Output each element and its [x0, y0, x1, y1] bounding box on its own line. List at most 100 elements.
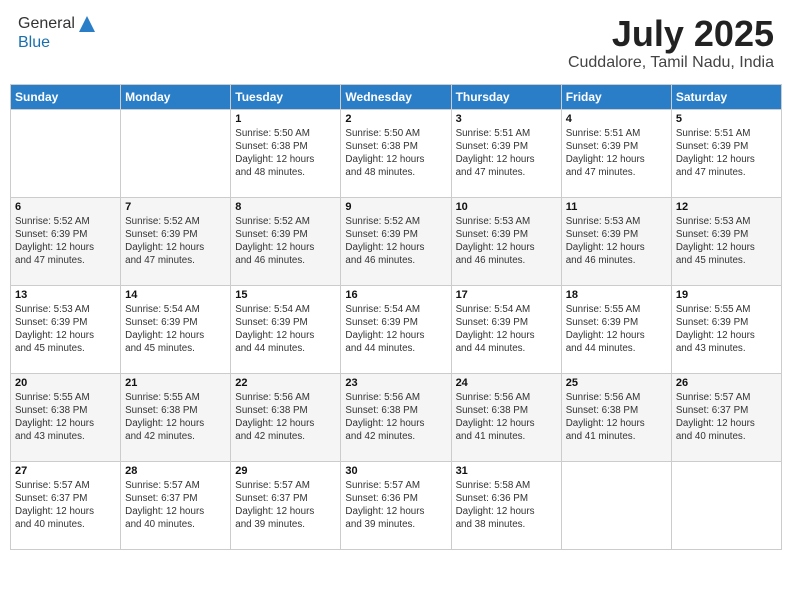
day-number: 19 [676, 289, 777, 301]
day-info: Sunrise: 5:55 AM Sunset: 6:39 PM Dayligh… [566, 303, 667, 356]
day-info: Sunrise: 5:52 AM Sunset: 6:39 PM Dayligh… [345, 215, 446, 268]
calendar-cell: 16 Sunrise: 5:54 AM Sunset: 6:39 PM Dayli… [341, 285, 451, 373]
calendar-week-row: 6 Sunrise: 5:52 AM Sunset: 6:39 PM Daylig… [11, 197, 782, 285]
calendar-cell: 19 Sunrise: 5:55 AM Sunset: 6:39 PM Dayli… [671, 285, 781, 373]
calendar-cell: 10 Sunrise: 5:53 AM Sunset: 6:39 PM Dayli… [451, 197, 561, 285]
calendar-cell: 15Sunrise: 5:54 AM Sunset: 6:39 PM Dayli… [231, 285, 341, 373]
calendar-cell: 20 Sunrise: 5:55 AM Sunset: 6:38 PM Dayli… [11, 373, 121, 461]
day-number: 9 [345, 201, 446, 213]
weekday-header-row: SundayMondayTuesdayWednesdayThursdayFrid… [11, 84, 782, 109]
day-info: Sunrise: 5:54 AM Sunset: 6:39 PM Dayligh… [235, 303, 336, 356]
calendar-cell: 6 Sunrise: 5:52 AM Sunset: 6:39 PM Daylig… [11, 197, 121, 285]
calendar-week-row: 20 Sunrise: 5:55 AM Sunset: 6:38 PM Dayli… [11, 373, 782, 461]
day-number: 16 [345, 289, 446, 301]
day-number: 10 [456, 201, 557, 213]
day-info: Sunrise: 5:56 AM Sunset: 6:38 PM Dayligh… [566, 391, 667, 444]
day-number: 3 [456, 113, 557, 125]
day-info: Sunrise: 5:52 AM Sunset: 6:39 PM Dayligh… [235, 215, 336, 268]
weekday-header-sunday: Sunday [11, 84, 121, 109]
day-number: 28 [125, 465, 226, 477]
calendar-cell: 12 Sunrise: 5:53 AM Sunset: 6:39 PM Dayli… [671, 197, 781, 285]
calendar-cell [121, 109, 231, 197]
calendar-week-row: 1 Sunrise: 5:50 AM Sunset: 6:38 PM Daylig… [11, 109, 782, 197]
day-number: 18 [566, 289, 667, 301]
day-number: 11 [566, 201, 667, 213]
calendar-cell: 25Sunrise: 5:56 AM Sunset: 6:38 PM Dayli… [561, 373, 671, 461]
calendar-cell: 18 Sunrise: 5:55 AM Sunset: 6:39 PM Dayli… [561, 285, 671, 373]
calendar-cell [671, 461, 781, 549]
day-number: 7 [125, 201, 226, 213]
calendar-cell: 8 Sunrise: 5:52 AM Sunset: 6:39 PM Daylig… [231, 197, 341, 285]
day-number: 22 [235, 377, 336, 389]
day-number: 6 [15, 201, 116, 213]
day-info: Sunrise: 5:52 AM Sunset: 6:39 PM Dayligh… [15, 215, 116, 268]
day-info: Sunrise: 5:56 AM Sunset: 6:38 PM Dayligh… [345, 391, 446, 444]
location-subtitle: Cuddalore, Tamil Nadu, India [568, 54, 774, 72]
calendar-cell: 29 Sunrise: 5:57 AM Sunset: 6:37 PM Dayli… [231, 461, 341, 549]
day-number: 20 [15, 377, 116, 389]
day-number: 31 [456, 465, 557, 477]
day-number: 4 [566, 113, 667, 125]
day-info: Sunrise: 5:55 AM Sunset: 6:39 PM Dayligh… [676, 303, 777, 356]
day-number: 1 [235, 113, 336, 125]
day-number: 2 [345, 113, 446, 125]
day-info: Sunrise: 5:57 AM Sunset: 6:37 PM Dayligh… [676, 391, 777, 444]
day-info: Sunrise: 5:54 AM Sunset: 6:39 PM Dayligh… [345, 303, 446, 356]
weekday-header-saturday: Saturday [671, 84, 781, 109]
day-info: Sunrise: 5:51 AM Sunset: 6:39 PM Dayligh… [676, 127, 777, 180]
page-header: General Blue July 2025 Cuddalore, Tamil … [10, 10, 782, 76]
weekday-header-tuesday: Tuesday [231, 84, 341, 109]
weekday-header-monday: Monday [121, 84, 231, 109]
day-info: Sunrise: 5:51 AM Sunset: 6:39 PM Dayligh… [566, 127, 667, 180]
calendar-cell: 26 Sunrise: 5:57 AM Sunset: 6:37 PM Dayli… [671, 373, 781, 461]
day-info: Sunrise: 5:53 AM Sunset: 6:39 PM Dayligh… [566, 215, 667, 268]
day-number: 8 [235, 201, 336, 213]
day-info: Sunrise: 5:53 AM Sunset: 6:39 PM Dayligh… [456, 215, 557, 268]
calendar-cell: 31 Sunrise: 5:58 AM Sunset: 6:36 PM Dayli… [451, 461, 561, 549]
calendar-cell: 7 Sunrise: 5:52 AM Sunset: 6:39 PM Daylig… [121, 197, 231, 285]
day-number: 5 [676, 113, 777, 125]
day-info: Sunrise: 5:50 AM Sunset: 6:38 PM Dayligh… [235, 127, 336, 180]
calendar-table: SundayMondayTuesdayWednesdayThursdayFrid… [10, 84, 782, 550]
calendar-cell: 13 Sunrise: 5:53 AM Sunset: 6:39 PM Dayli… [11, 285, 121, 373]
day-number: 30 [345, 465, 446, 477]
weekday-header-wednesday: Wednesday [341, 84, 451, 109]
calendar-cell [561, 461, 671, 549]
calendar-week-row: 27 Sunrise: 5:57 AM Sunset: 6:37 PM Dayli… [11, 461, 782, 549]
calendar-cell: 17Sunrise: 5:54 AM Sunset: 6:39 PM Dayli… [451, 285, 561, 373]
day-info: Sunrise: 5:54 AM Sunset: 6:39 PM Dayligh… [456, 303, 557, 356]
calendar-cell: 23 Sunrise: 5:56 AM Sunset: 6:38 PM Dayli… [341, 373, 451, 461]
day-number: 23 [345, 377, 446, 389]
day-info: Sunrise: 5:53 AM Sunset: 6:39 PM Dayligh… [15, 303, 116, 356]
day-info: Sunrise: 5:53 AM Sunset: 6:39 PM Dayligh… [676, 215, 777, 268]
day-info: Sunrise: 5:54 AM Sunset: 6:39 PM Dayligh… [125, 303, 226, 356]
calendar-cell: 27 Sunrise: 5:57 AM Sunset: 6:37 PM Dayli… [11, 461, 121, 549]
logo: General Blue [18, 14, 97, 52]
day-number: 27 [15, 465, 116, 477]
calendar-week-row: 13 Sunrise: 5:53 AM Sunset: 6:39 PM Dayli… [11, 285, 782, 373]
day-number: 21 [125, 377, 226, 389]
day-number: 29 [235, 465, 336, 477]
day-info: Sunrise: 5:50 AM Sunset: 6:38 PM Dayligh… [345, 127, 446, 180]
day-info: Sunrise: 5:58 AM Sunset: 6:36 PM Dayligh… [456, 479, 557, 532]
calendar-cell: 1 Sunrise: 5:50 AM Sunset: 6:38 PM Daylig… [231, 109, 341, 197]
day-info: Sunrise: 5:57 AM Sunset: 6:37 PM Dayligh… [125, 479, 226, 532]
day-info: Sunrise: 5:57 AM Sunset: 6:37 PM Dayligh… [235, 479, 336, 532]
day-number: 26 [676, 377, 777, 389]
day-number: 24 [456, 377, 557, 389]
day-info: Sunrise: 5:56 AM Sunset: 6:38 PM Dayligh… [456, 391, 557, 444]
title-block: July 2025 Cuddalore, Tamil Nadu, India [568, 14, 774, 72]
logo-blue-text: Blue [18, 34, 97, 52]
day-info: Sunrise: 5:57 AM Sunset: 6:37 PM Dayligh… [15, 479, 116, 532]
calendar-cell: 4 Sunrise: 5:51 AM Sunset: 6:39 PM Daylig… [561, 109, 671, 197]
calendar-cell: 22Sunrise: 5:56 AM Sunset: 6:38 PM Dayli… [231, 373, 341, 461]
day-number: 14 [125, 289, 226, 301]
calendar-cell: 30Sunrise: 5:57 AM Sunset: 6:36 PM Dayli… [341, 461, 451, 549]
day-info: Sunrise: 5:55 AM Sunset: 6:38 PM Dayligh… [15, 391, 116, 444]
day-number: 12 [676, 201, 777, 213]
weekday-header-friday: Friday [561, 84, 671, 109]
day-number: 13 [15, 289, 116, 301]
day-info: Sunrise: 5:52 AM Sunset: 6:39 PM Dayligh… [125, 215, 226, 268]
calendar-cell [11, 109, 121, 197]
calendar-cell: 24 Sunrise: 5:56 AM Sunset: 6:38 PM Dayli… [451, 373, 561, 461]
